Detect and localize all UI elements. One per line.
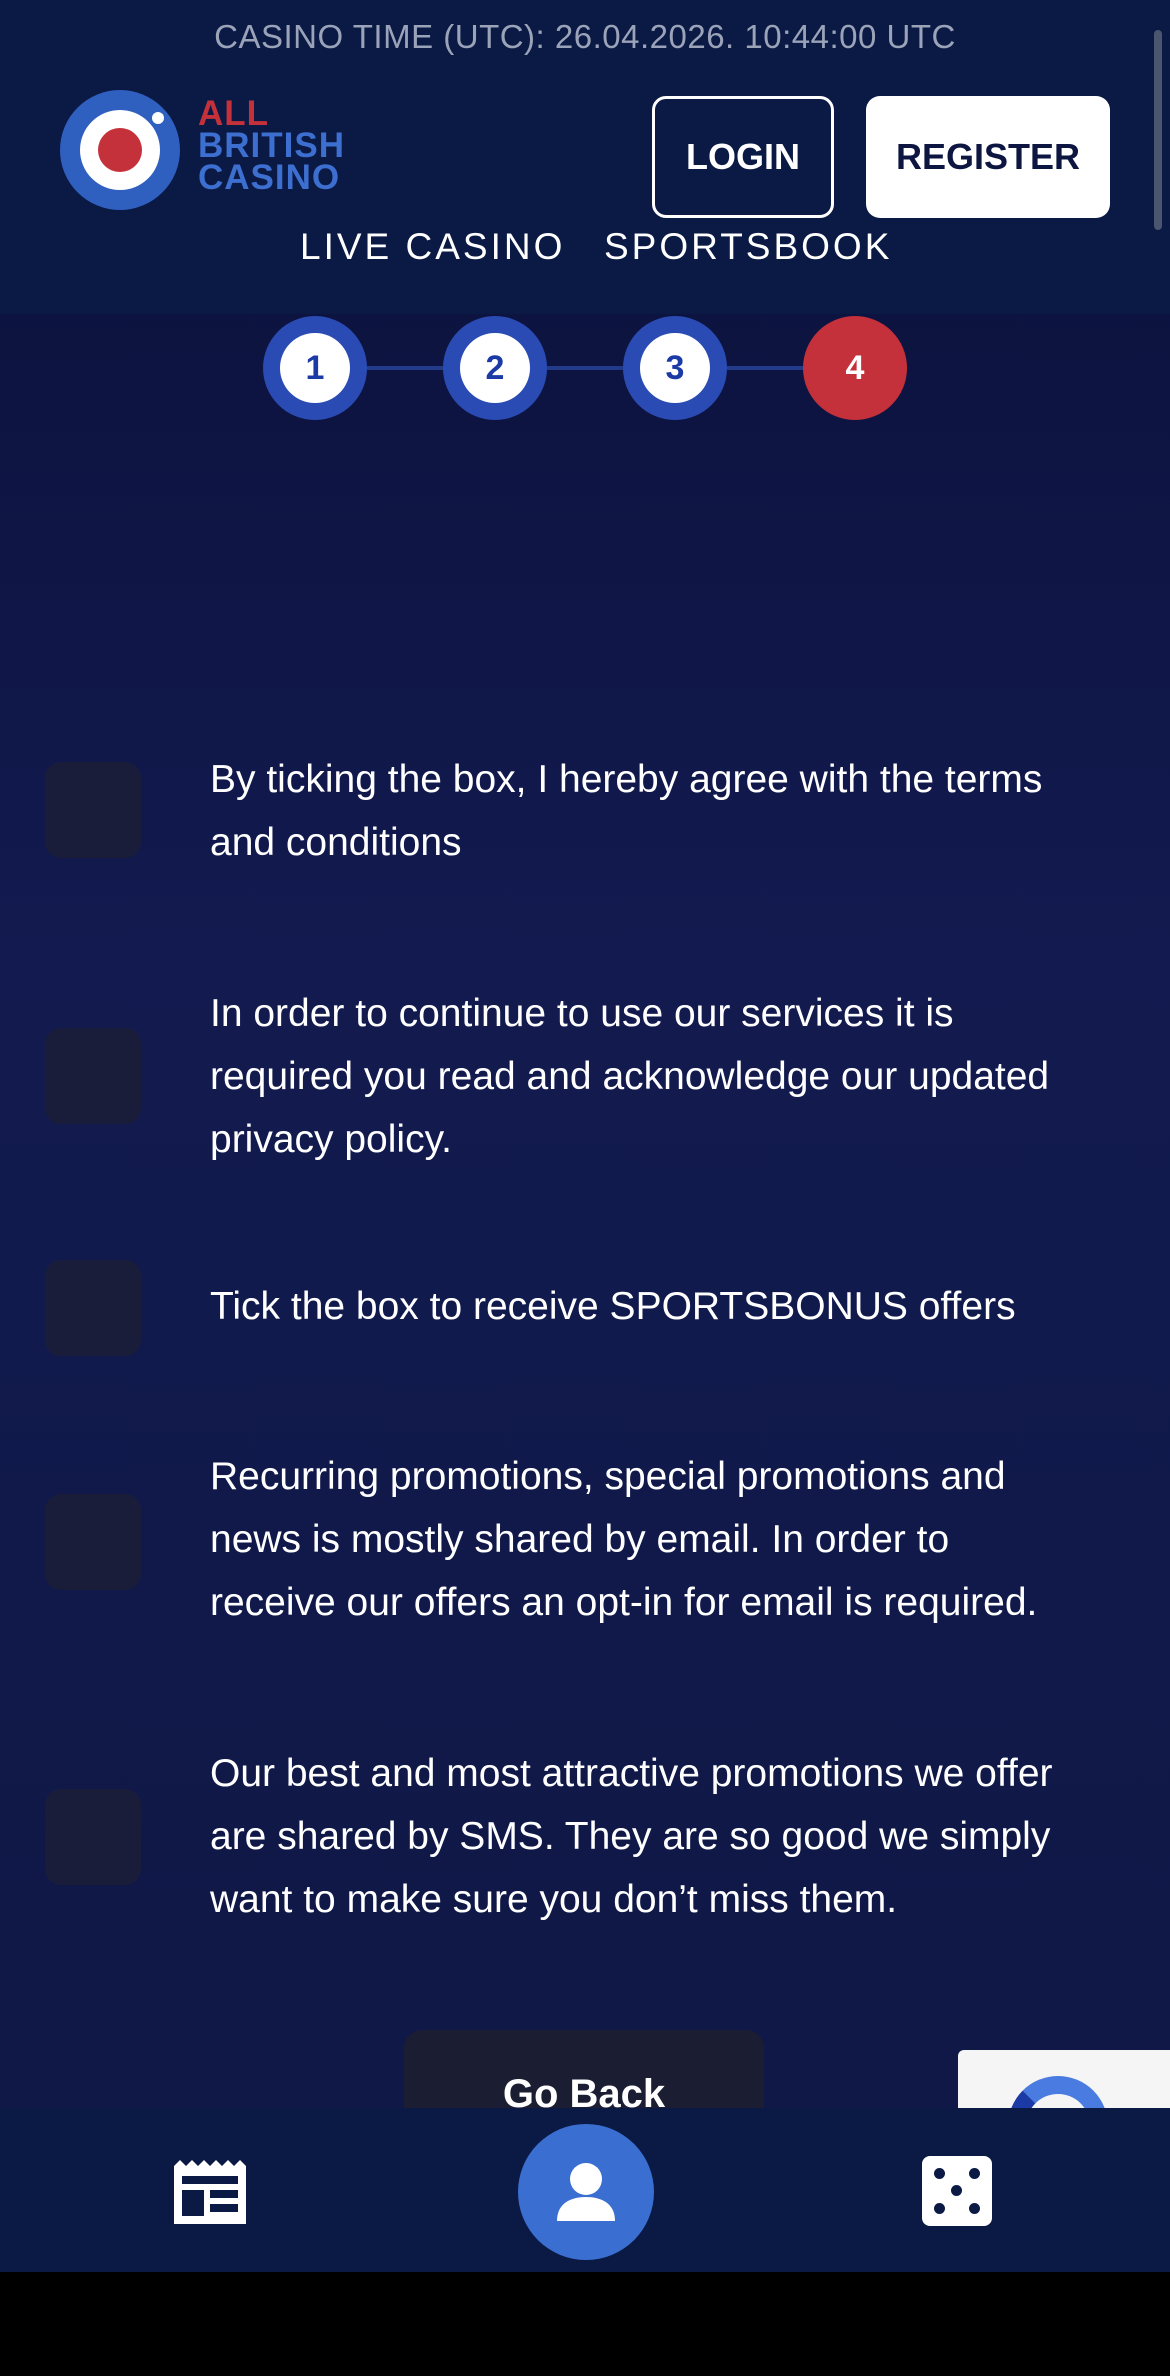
logo-target-icon bbox=[60, 90, 180, 210]
consent-terms: By ticking the box, I hereby agree with … bbox=[0, 748, 1170, 874]
account-button[interactable] bbox=[518, 2124, 654, 2260]
user-icon bbox=[557, 2163, 615, 2221]
main-nav: LIVE CASINO SPORTSBOOK bbox=[0, 226, 1170, 276]
step-indicator: 1 2 3 4 bbox=[0, 316, 1170, 420]
nav-item-sportsbook[interactable]: SPORTSBOOK bbox=[604, 226, 892, 268]
step-2: 2 bbox=[443, 316, 547, 420]
scrollbar[interactable] bbox=[1154, 30, 1162, 230]
consent-text: Our best and most attractive promotions … bbox=[210, 1752, 1053, 1921]
consent-privacy: In order to continue to use our services… bbox=[0, 982, 1170, 1171]
register-button[interactable]: REGISTER bbox=[866, 96, 1110, 218]
bottom-nav bbox=[0, 2108, 1170, 2272]
privacy-checkbox[interactable] bbox=[45, 1028, 141, 1124]
consent-text: In order to continue to use our services… bbox=[210, 992, 1050, 1161]
step-3: 3 bbox=[623, 316, 727, 420]
consent-sportsbonus: Tick the box to receive SPORTSBONUS offe… bbox=[0, 1260, 1170, 1356]
logo-text: ALL BRITISH CASINO bbox=[198, 94, 345, 197]
dice-icon[interactable] bbox=[922, 2156, 992, 2226]
sportsbonus-checkbox[interactable] bbox=[45, 1260, 141, 1356]
step-connector bbox=[316, 366, 856, 370]
casino-time: CASINO TIME (UTC): 26.04.2026. 10:44:00 … bbox=[214, 18, 956, 55]
step-1: 1 bbox=[263, 316, 367, 420]
logo[interactable]: ALL BRITISH CASINO bbox=[58, 88, 368, 212]
consent-text: Recurring promotions, special promotions… bbox=[210, 1455, 1038, 1624]
consent-text: Tick the box to receive SPORTSBONUS offe… bbox=[210, 1285, 1016, 1328]
system-gesture-area bbox=[0, 2272, 1170, 2376]
news-icon[interactable] bbox=[170, 2156, 250, 2228]
consent-email: Recurring promotions, special promotions… bbox=[0, 1445, 1170, 1634]
consent-sms: Our best and most attractive promotions … bbox=[0, 1742, 1170, 1931]
step-4: 4 bbox=[803, 316, 907, 420]
login-button[interactable]: LOGIN bbox=[652, 96, 834, 218]
email-checkbox[interactable] bbox=[45, 1494, 141, 1590]
consent-text: By ticking the box, I hereby agree with … bbox=[210, 758, 1043, 864]
header: CASINO TIME (UTC): 26.04.2026. 10:44:00 … bbox=[0, 0, 1170, 314]
nav-item-live-casino[interactable]: LIVE CASINO bbox=[300, 226, 565, 268]
sms-checkbox[interactable] bbox=[45, 1789, 141, 1885]
terms-checkbox[interactable] bbox=[45, 762, 141, 858]
page: CASINO TIME (UTC): 26.04.2026. 10:44:00 … bbox=[0, 0, 1170, 2376]
